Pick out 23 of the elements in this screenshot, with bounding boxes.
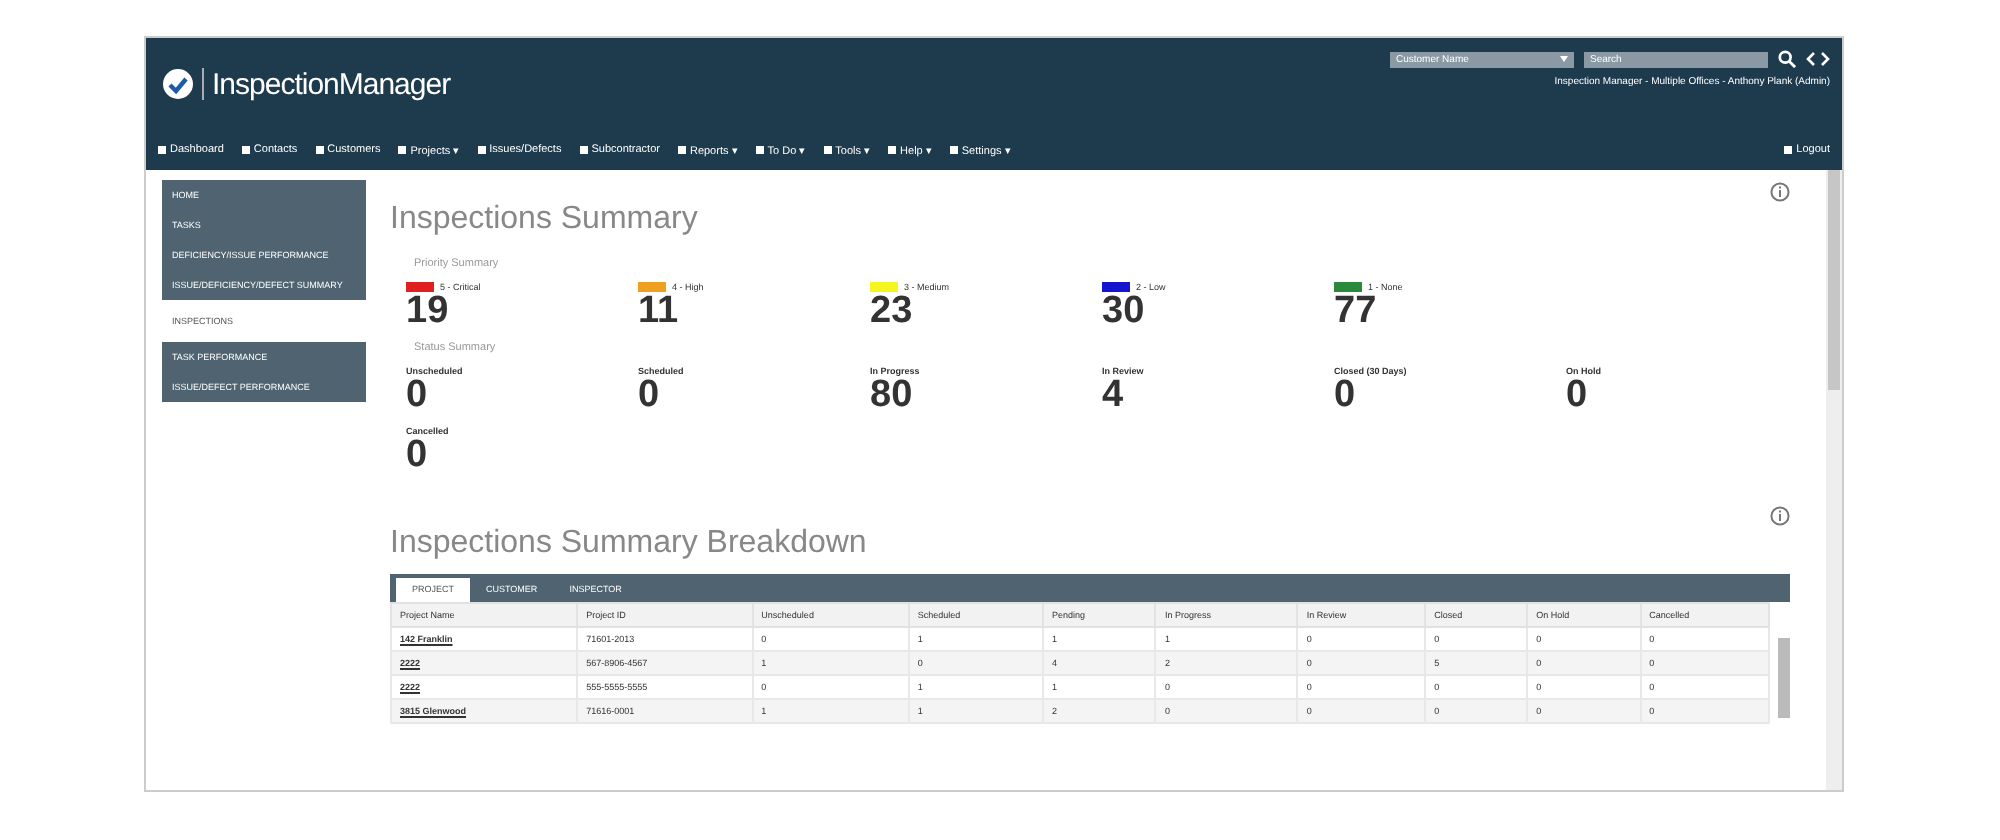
count-value: 19 bbox=[406, 292, 451, 334]
app-logo-text: InspectionManager bbox=[212, 67, 451, 101]
count-value: 11 bbox=[638, 292, 681, 334]
info-icon[interactable] bbox=[1770, 505, 1790, 526]
count-value: 23 bbox=[870, 292, 915, 334]
section-title: Inspections Summary bbox=[390, 202, 698, 238]
count-value: 0 bbox=[1566, 375, 1588, 418]
count-value: 30 bbox=[1102, 292, 1147, 334]
count-value: 80 bbox=[870, 375, 913, 418]
count-value: 0 bbox=[406, 375, 428, 418]
count-value: 4 bbox=[1102, 375, 1124, 418]
checkmark-logo-icon bbox=[162, 68, 194, 100]
dropdown-caret-icon bbox=[1560, 56, 1568, 62]
scrollbar-thumb[interactable] bbox=[1828, 170, 1840, 390]
section-title: Inspections Summary Breakdown bbox=[390, 525, 867, 562]
info-icon[interactable] bbox=[1770, 182, 1790, 202]
count-value: 77 bbox=[1334, 292, 1379, 334]
count-value: 0 bbox=[638, 375, 660, 418]
count-value: 0 bbox=[1334, 375, 1356, 418]
search-icon[interactable] bbox=[1778, 50, 1796, 68]
scrollbar-thumb[interactable] bbox=[1778, 637, 1790, 718]
expand-arrows-icon[interactable] bbox=[1806, 52, 1830, 66]
count-value: 0 bbox=[406, 435, 428, 478]
